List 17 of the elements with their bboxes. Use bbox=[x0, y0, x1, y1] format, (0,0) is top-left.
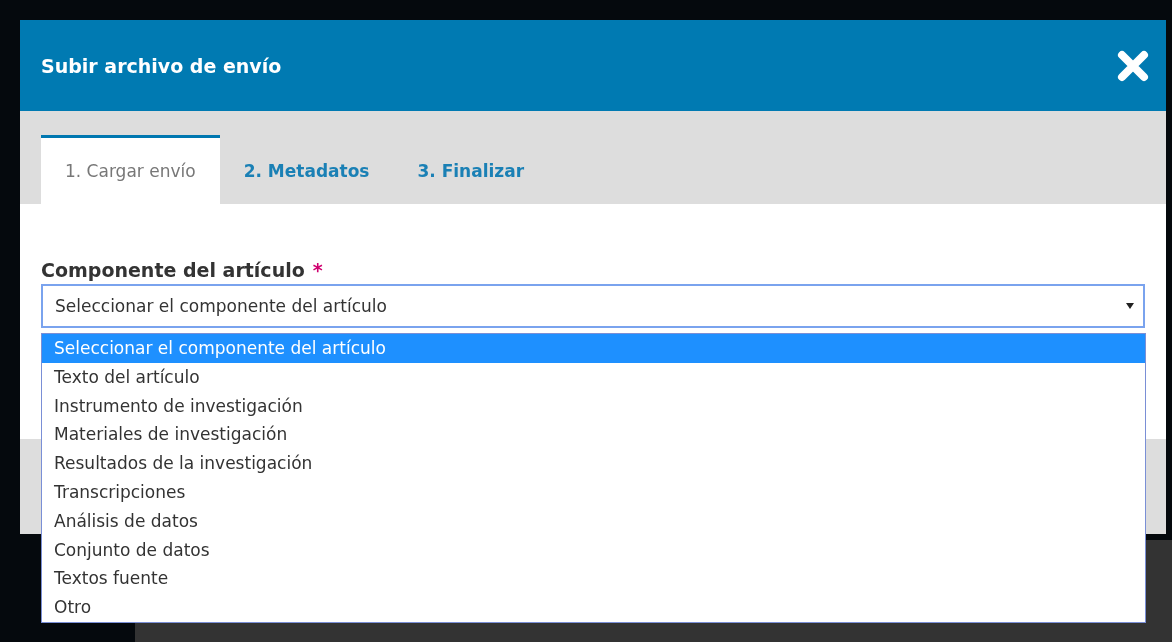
dropdown-option[interactable]: Análisis de datos bbox=[42, 506, 1145, 536]
dropdown-option[interactable]: Resultados de la investigación bbox=[42, 449, 1145, 478]
dropdown-option[interactable]: Otro bbox=[42, 593, 1145, 622]
dropdown-option[interactable]: Materiales de investigación bbox=[42, 420, 1145, 450]
step-tab[interactable]: 1. Cargar envío bbox=[41, 135, 220, 204]
modal-title: Subir archivo de envío bbox=[41, 54, 282, 77]
dropdown-option[interactable]: Conjunto de datos bbox=[42, 535, 1145, 565]
dropdown-option[interactable]: Transcripciones bbox=[42, 478, 1145, 507]
dropdown-option[interactable]: Instrumento de investigación bbox=[42, 391, 1145, 421]
required-mark: * bbox=[312, 259, 323, 281]
close-button[interactable] bbox=[1116, 48, 1150, 83]
select-field[interactable]: Seleccionar el componente del artículo bbox=[41, 284, 1145, 328]
dropdown-option[interactable]: Textos fuente bbox=[42, 564, 1145, 594]
field-label: Componente del artículo bbox=[41, 259, 305, 281]
close-icon bbox=[1116, 48, 1150, 83]
caret-icon bbox=[1126, 303, 1134, 309]
dropdown-option[interactable]: Texto del artículo bbox=[42, 362, 1145, 392]
